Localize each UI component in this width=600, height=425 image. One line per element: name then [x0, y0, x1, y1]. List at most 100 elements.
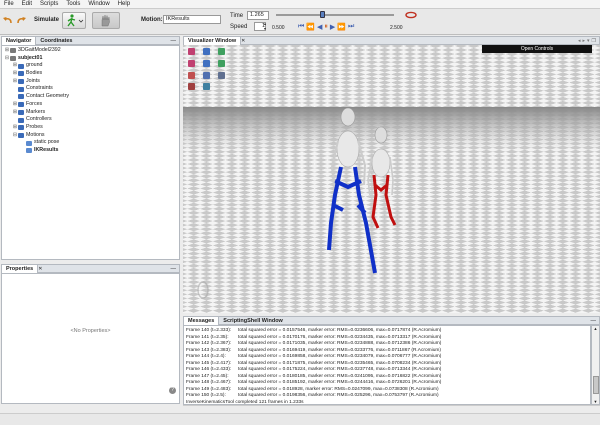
back-view-icon[interactable] — [188, 60, 195, 67]
tree-item[interactable]: ⊞ 3DGaitModel2392 — [2, 47, 179, 55]
scroll-thumb[interactable] — [593, 376, 599, 394]
message-text: total squared error = 0.0198356, marker … — [238, 393, 439, 398]
hand-tool-button[interactable] — [92, 12, 120, 29]
front-view-icon[interactable] — [188, 48, 195, 55]
message-text: total squared error = 0.0180185, marker … — [238, 373, 442, 379]
folder-icon — [26, 140, 32, 146]
simulate-button[interactable] — [62, 12, 86, 29]
redo-icon[interactable] — [16, 15, 26, 25]
zoom-in-icon[interactable] — [188, 72, 195, 79]
folder-icon — [18, 102, 24, 108]
side-view-icon[interactable] — [203, 48, 210, 55]
zoom-out-icon[interactable] — [203, 72, 210, 79]
open-controls-button[interactable]: Open Controls — [482, 45, 592, 53]
tree-item-label: Forces — [26, 100, 43, 107]
tree-item[interactable]: ⊞ ground — [2, 62, 179, 70]
step-back-icon[interactable]: ⏪ — [306, 23, 315, 31]
time-field[interactable]: 1.265 — [247, 11, 269, 20]
tab-scripting-shell[interactable]: ScriptingShell Window — [219, 317, 287, 325]
go-to-start-icon[interactable]: ⏮ — [298, 23, 304, 31]
tree-item[interactable]: ⊞ Forces — [2, 101, 179, 109]
step-forward-icon[interactable]: ⏩ — [337, 23, 346, 31]
scene-view — [183, 45, 600, 313]
tree-item-label: Motions — [26, 131, 45, 138]
folder-icon — [10, 56, 16, 62]
tree-item[interactable]: Controllers — [2, 116, 179, 124]
minimize-icon[interactable]: — — [171, 38, 177, 44]
time-slider-thumb[interactable] — [320, 11, 325, 18]
folder-icon — [18, 109, 24, 115]
minimize-icon[interactable]: — — [591, 318, 597, 324]
folder-icon — [10, 48, 16, 54]
dropdown-icon[interactable]: ▾ — [587, 38, 590, 44]
menu-window[interactable]: Window — [84, 1, 113, 7]
scroll-down-icon[interactable]: ▼ — [592, 399, 599, 404]
no-properties-text: <No Properties> — [70, 328, 111, 334]
tab-properties[interactable]: Properties — [2, 264, 39, 273]
folder-icon — [18, 63, 24, 69]
time-slider-track[interactable] — [276, 14, 394, 16]
bottom-view-icon[interactable] — [218, 60, 225, 67]
folder-icon — [18, 132, 24, 138]
tree-item-label: static pose — [34, 139, 60, 146]
hand-icon — [101, 14, 110, 27]
tree-item[interactable]: ⊞ Joints — [2, 78, 179, 86]
tree-item-label: subject01 — [18, 54, 43, 61]
navigator-header: Navigator Coordinates — — [1, 36, 180, 45]
minimize-icon[interactable]: — — [171, 266, 177, 272]
tab-navigator[interactable]: Navigator — [2, 36, 37, 45]
fit-view-icon[interactable] — [203, 83, 210, 90]
simulate-label: Simulate — [34, 17, 60, 23]
message-text: total squared error = 0.0157546, marker … — [238, 328, 442, 333]
restore-icon[interactable]: ❐ — [592, 38, 596, 44]
undo-icon[interactable] — [3, 15, 13, 25]
tab-visualizer[interactable]: Visualizer Window — [184, 36, 242, 45]
menu-scripts[interactable]: Scripts — [36, 1, 62, 7]
run-figure-icon — [67, 14, 84, 27]
record-icon[interactable] — [188, 83, 195, 90]
scroll-up-icon[interactable]: ▲ — [592, 326, 599, 331]
range-end: 2.500 — [390, 25, 403, 31]
menu-help[interactable]: Help — [114, 1, 134, 7]
close-icon[interactable]: ✕ — [38, 266, 42, 272]
top-view-icon[interactable] — [218, 48, 225, 55]
menu-file[interactable]: File — [0, 1, 18, 7]
tree-item[interactable]: static pose — [2, 139, 179, 147]
visualizer-header: Visualizer Window ✕ ◂ ▸ ▾ ❐ — [183, 36, 600, 45]
camera-icon[interactable] — [218, 72, 225, 79]
tree-item[interactable]: ⊟ subject01 — [2, 55, 179, 63]
left-view-icon[interactable] — [203, 60, 210, 67]
tree-item[interactable]: ⊟ Motions — [2, 132, 179, 140]
play-reverse-icon[interactable]: ◀ — [317, 23, 322, 31]
pause-icon[interactable]: ⏸ — [324, 23, 328, 31]
tree-item[interactable]: ⊞ Probes — [2, 124, 179, 132]
visualizer-canvas[interactable]: Open Controls — [183, 45, 600, 313]
transport-controls: ⏮ ⏪ ◀ ⏸ ▶ ⏩ ⏭ — [298, 22, 378, 31]
help-icon[interactable]: ? — [169, 387, 176, 394]
close-icon[interactable]: ✕ — [241, 38, 245, 44]
motion-field[interactable]: IKResults — [163, 15, 221, 24]
speed-spinner[interactable]: ▴ ▾ — [264, 21, 266, 31]
menu-tools[interactable]: Tools — [62, 1, 84, 7]
tree-item[interactable]: Constraints — [2, 85, 179, 93]
nav-left-icon[interactable]: ◂ — [578, 38, 581, 44]
menu-edit[interactable]: Edit — [18, 1, 36, 7]
message-text: total squared error = 0.0170176, marker … — [238, 334, 442, 340]
tree-item[interactable]: ⊞ Markers — [2, 109, 179, 117]
status-bar — [0, 413, 600, 425]
tree-item[interactable]: Contact Geometry — [2, 93, 179, 101]
toolbar: Simulate Motion: IKResults Time 1.265 Sp… — [0, 9, 600, 35]
play-icon[interactable]: ▶ — [330, 23, 335, 31]
message-text: total squared error = 0.0169858, marker … — [238, 354, 442, 359]
messages-scrollbar[interactable]: ▲ ▼ — [591, 325, 600, 405]
tree-item[interactable]: ⊞ Bodies — [2, 70, 179, 78]
folder-icon — [26, 148, 32, 154]
nav-right-icon[interactable]: ▸ — [582, 38, 585, 44]
tree-item-label: Bodies — [26, 70, 43, 77]
tab-messages[interactable]: Messages — [184, 316, 220, 325]
time-label: Time — [230, 13, 244, 19]
tab-coordinates[interactable]: Coordinates — [36, 37, 76, 45]
loop-icon[interactable] — [405, 11, 417, 19]
go-to-end-icon[interactable]: ⏭ — [348, 23, 354, 31]
tree-item[interactable]: IKResults — [2, 147, 179, 155]
